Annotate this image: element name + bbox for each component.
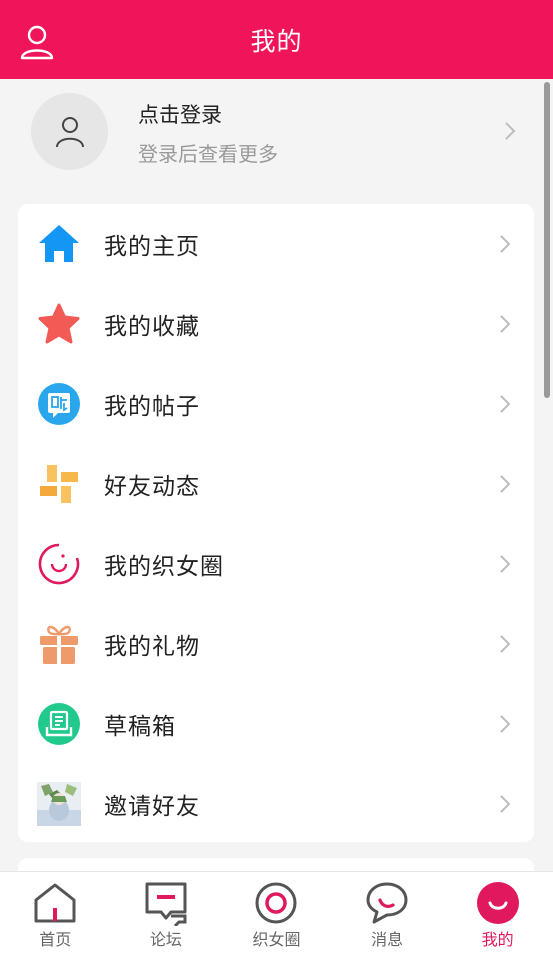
message-tab-icon	[366, 882, 408, 924]
login-card[interactable]: 点击登录 登录后查看更多	[0, 79, 543, 191]
avatar-user-icon	[55, 116, 84, 147]
menu-item-label: 邀请好友	[104, 794, 200, 820]
menu-item-my-gifts[interactable]: 我的礼物	[18, 604, 534, 684]
chevron-right-icon	[500, 395, 511, 413]
menu-item-favorites[interactable]: 我的收藏	[18, 284, 534, 364]
tab-messages[interactable]: 消息	[332, 872, 443, 953]
menu-item-my-posts[interactable]: 我的帖子	[18, 364, 534, 444]
tab-label: 织女圈	[252, 930, 301, 949]
page-title: 我的	[250, 26, 303, 56]
gift-icon	[37, 622, 81, 666]
bottom-tab-bar: 首页 论坛 织女圈 消息 我的	[0, 871, 553, 953]
tab-label: 消息	[371, 930, 404, 949]
login-subtitle: 登录后查看更多	[138, 142, 278, 166]
chevron-right-icon	[500, 635, 511, 653]
tab-mine[interactable]: 我的	[442, 872, 553, 953]
tab-home[interactable]: 首页	[0, 872, 111, 953]
menu-item-drafts[interactable]: 草稿箱	[18, 684, 534, 764]
menu-item-my-circle[interactable]: 我的织女圈	[18, 524, 534, 604]
avatar[interactable]	[31, 93, 108, 170]
menu-item-label: 我的帖子	[104, 394, 200, 420]
tab-circle[interactable]: 织女圈	[221, 872, 332, 953]
menu-item-label: 我的主页	[104, 234, 200, 260]
menu-item-friend-feed[interactable]: 好友动态	[18, 444, 534, 524]
star-icon	[37, 302, 81, 346]
login-title[interactable]: 点击登录	[138, 99, 278, 129]
chevron-right-icon	[500, 235, 511, 253]
chevron-right-icon	[505, 122, 516, 140]
menu-item-label: 草稿箱	[104, 714, 176, 740]
tab-forum[interactable]: 论坛	[111, 872, 222, 953]
menu-card: 我的主页 我的收藏 我的帖子 好友动态 我的织女圈 我的礼物 草稿箱 邀请好友	[18, 204, 534, 842]
scrollbar[interactable]	[544, 82, 550, 398]
chevron-right-icon	[500, 315, 511, 333]
app-header: 我的	[0, 0, 553, 79]
menu-item-invite-friends[interactable]: 邀请好友	[18, 764, 534, 844]
invite-image-icon	[37, 782, 81, 826]
chevron-right-icon	[500, 795, 511, 813]
menu-item-label: 好友动态	[104, 474, 200, 500]
home-icon	[37, 222, 81, 266]
tab-label: 首页	[39, 930, 72, 949]
home-tab-icon	[34, 883, 76, 923]
post-icon	[37, 382, 81, 426]
draft-icon	[37, 702, 81, 746]
menu-item-label: 我的织女圈	[104, 554, 224, 580]
chevron-right-icon	[500, 555, 511, 573]
mine-tab-icon	[476, 882, 519, 924]
menu-item-my-homepage[interactable]: 我的主页	[18, 204, 534, 284]
login-text: 点击登录 登录后查看更多	[138, 99, 278, 167]
menu-item-label: 我的礼物	[104, 634, 200, 660]
circle-tab-icon	[255, 882, 297, 924]
chevron-right-icon	[500, 475, 511, 493]
tab-label: 论坛	[149, 930, 182, 949]
tab-label: 我的	[481, 930, 514, 949]
chevron-right-icon	[500, 715, 511, 733]
user-icon[interactable]	[20, 24, 54, 60]
menu-item-label: 我的收藏	[104, 314, 200, 340]
circle-icon	[37, 542, 81, 586]
pinwheel-icon	[37, 462, 81, 506]
forum-tab-icon	[145, 882, 187, 926]
